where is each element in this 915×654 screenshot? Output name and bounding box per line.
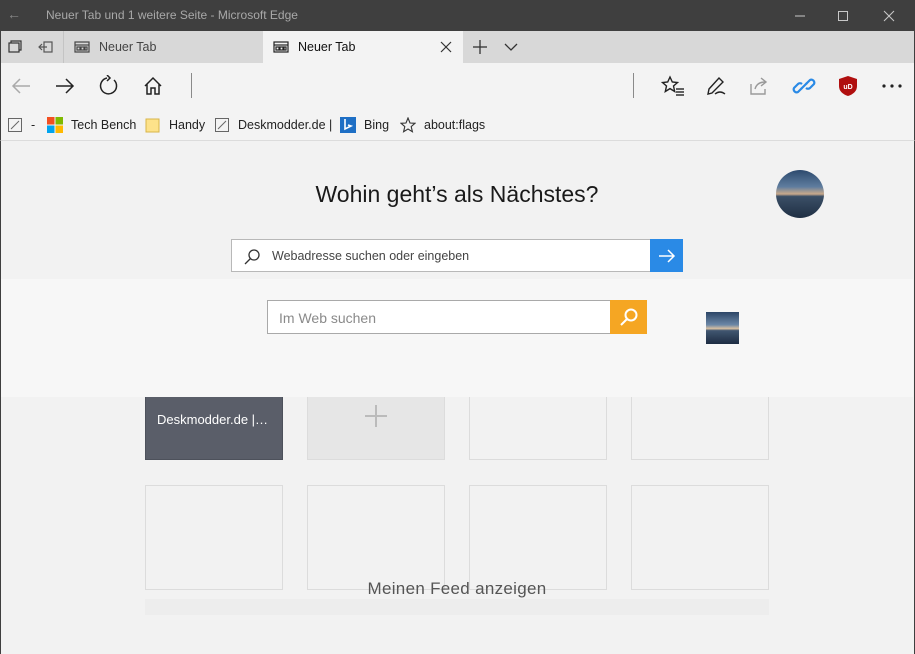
tab-page-icon: [74, 41, 90, 53]
windows-logo-icon: [47, 117, 63, 133]
more-menu-button[interactable]: [877, 71, 907, 101]
ublock-shield-icon: uD: [839, 76, 857, 96]
empty-top-site-tile: [631, 485, 769, 590]
background-image-thumbnail[interactable]: [706, 312, 739, 344]
favorite-label: Handy: [169, 118, 206, 132]
divider: [191, 73, 192, 98]
star-icon: [400, 117, 416, 133]
refresh-icon: [99, 75, 118, 95]
favorite-item[interactable]: -: [7, 116, 35, 134]
plus-icon: [365, 405, 387, 427]
pen-icon: [707, 76, 726, 95]
search-icon: [619, 308, 637, 326]
favorites-list-icon: [661, 75, 684, 96]
empty-top-site-tile: [469, 485, 607, 590]
top-site-label: Deskmodder.de |…: [157, 412, 269, 427]
forward-arrow-icon: [56, 78, 75, 94]
new-tab-page: Wohin geht’s als Nächstes? Deskmodder.de…: [0, 141, 915, 654]
web-search-input[interactable]: [279, 308, 599, 328]
new-tab-plus-icon[interactable]: [471, 38, 489, 56]
tab-active[interactable]: Neuer Tab: [263, 31, 463, 63]
empty-top-site-tile: [145, 485, 283, 590]
favorite-label: Tech Bench: [71, 118, 137, 132]
refresh-button[interactable]: [94, 71, 124, 101]
favorite-item[interactable]: Tech Bench: [47, 116, 136, 134]
favorite-label: -: [31, 118, 36, 132]
minimize-button[interactable]: [777, 0, 823, 31]
search-icon: [244, 249, 260, 265]
pen-page-icon: [8, 118, 22, 132]
show-feed-link[interactable]: Meinen Feed anzeigen: [1, 579, 913, 599]
arrow-right-icon: [658, 248, 675, 263]
ublock-extension-button[interactable]: uD: [833, 71, 863, 101]
back-arrow-icon: [11, 78, 30, 94]
maximize-button[interactable]: [820, 0, 866, 31]
favorite-item[interactable]: about:flags: [400, 116, 485, 134]
chevron-down-icon[interactable]: [503, 40, 519, 54]
forward-button[interactable]: [50, 71, 80, 101]
title-bar: ← Neuer Tab und 1 weitere Seite - Micros…: [0, 0, 915, 31]
favorite-label: Bing: [364, 118, 390, 132]
web-search-button[interactable]: [610, 300, 647, 334]
web-search-overlay: [1, 279, 913, 397]
feed-bar: [145, 599, 769, 615]
favorite-folder[interactable]: Handy: [145, 116, 205, 134]
svg-text:uD: uD: [843, 84, 852, 91]
divider: [633, 73, 634, 98]
pen-page-icon: [215, 118, 229, 132]
close-button[interactable]: [866, 0, 912, 31]
close-tab-icon[interactable]: [439, 40, 453, 54]
share-icon: [750, 77, 768, 95]
tab-inactive[interactable]: Neuer Tab: [63, 31, 263, 63]
address-input[interactable]: [272, 246, 642, 266]
favorite-item[interactable]: Deskmodder.de |: [214, 116, 332, 134]
address-search-box[interactable]: [231, 239, 651, 272]
link-chain-icon: [792, 78, 816, 94]
profile-avatar[interactable]: [776, 170, 824, 218]
maximize-icon: [838, 10, 848, 21]
favorite-label: about:flags: [424, 118, 486, 132]
tab-preview-icon[interactable]: [7, 39, 23, 55]
set-aside-tabs-icon[interactable]: [38, 39, 54, 55]
more-dots-icon: [882, 84, 902, 88]
favorite-label: Deskmodder.de |: [238, 118, 333, 132]
web-search-box[interactable]: [267, 300, 611, 334]
share-button[interactable]: [744, 71, 774, 101]
link-extension-button[interactable]: [789, 71, 819, 101]
web-note-button[interactable]: [701, 71, 731, 101]
navigation-bar: uD: [0, 63, 915, 108]
home-icon: [144, 76, 162, 95]
favorites-bar: - Tech Bench Handy Deskmodder.de | Bing …: [0, 108, 915, 141]
empty-top-site-tile: [307, 485, 445, 590]
address-go-button[interactable]: [650, 239, 683, 272]
back-arrow-icon[interactable]: ←: [7, 6, 21, 22]
close-icon: [883, 10, 895, 21]
home-button[interactable]: [138, 71, 168, 101]
bing-icon: [340, 117, 356, 133]
tab-strip: Neuer Tab Neuer Tab: [0, 31, 915, 63]
back-button[interactable]: [6, 71, 36, 101]
tab-label: Neuer Tab: [298, 40, 356, 54]
minimize-icon: [795, 15, 805, 16]
tab-page-icon: [273, 41, 289, 53]
favorite-item[interactable]: Bing: [340, 116, 389, 134]
window-title: Neuer Tab und 1 weitere Seite - Microsof…: [46, 8, 298, 22]
tab-label: Neuer Tab: [99, 40, 157, 54]
favorites-hub-button[interactable]: [658, 71, 688, 101]
folder-icon: [145, 118, 160, 133]
